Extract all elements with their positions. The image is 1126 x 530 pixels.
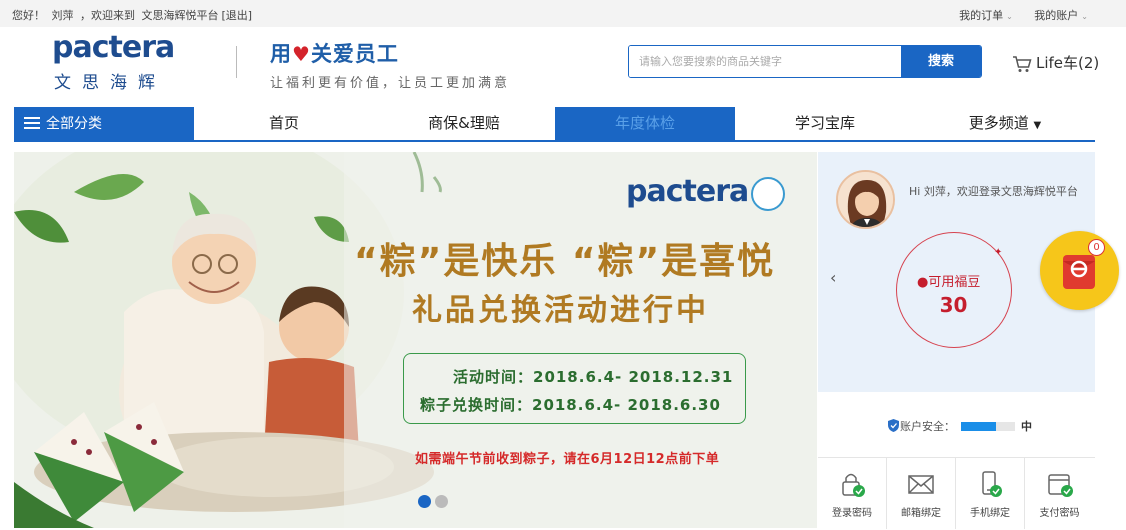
shortcut-payment-password[interactable]: 支付密码: [1025, 458, 1094, 529]
banner-headline: “粽”是快乐 “粽”是喜悦: [354, 241, 776, 282]
slogan-main: 用♥关爱员工: [270, 38, 510, 68]
main-nav: 全部分类 首页 商保&理赔 年度体检 学习宝库 更多频道 ▼: [14, 107, 1095, 142]
tab-checkup[interactable]: 年度体检: [555, 107, 735, 140]
slogan-sub: 让福利更有价值，让员工更加满意: [270, 76, 511, 91]
my-orders-label: 我的订单: [959, 9, 1004, 22]
order-note: 如需端午节前收到粽子，请在6月12日12点前下单: [415, 452, 720, 467]
carousel-dot[interactable]: [435, 495, 448, 508]
search-box: 搜索: [628, 45, 982, 78]
heart-icon: ♥: [292, 42, 311, 66]
red-packet-icon: [1063, 255, 1095, 289]
security-label: 账户安全：: [900, 420, 955, 433]
lock-icon: [842, 473, 865, 497]
platform-name: 文思海辉悦平台: [141, 9, 219, 22]
menu-icon: [24, 117, 40, 129]
search-button[interactable]: 搜索: [901, 46, 981, 77]
cart-link[interactable]: Life车(2): [1012, 52, 1099, 73]
shortcut-email-binding[interactable]: 邮箱绑定: [887, 458, 956, 529]
chevron-down-icon: ⌄: [1006, 12, 1013, 21]
tab-insurance[interactable]: 商保&理赔: [374, 107, 554, 140]
banner-brand-logo: pactera: [626, 174, 749, 209]
slogan-main-post: 关爱员工: [310, 42, 399, 66]
all-categories-button[interactable]: 全部分类: [14, 107, 194, 142]
activity-time: 活动时间：2018.6.4- 2018.12.31: [453, 368, 734, 386]
phone-icon: [982, 471, 1002, 497]
account-shortcuts: 登录密码 邮箱绑定 手机绑定 支付密码: [818, 457, 1095, 529]
slogan-main-pre: 用: [270, 42, 292, 66]
shortcut-label: 手机绑定: [970, 508, 1010, 519]
tab-more[interactable]: 更多频道 ▼: [915, 107, 1095, 140]
logout-link[interactable]: [退出]: [222, 9, 253, 22]
red-packet-count: 0: [1088, 239, 1105, 256]
sparkle-icon: ✦: [994, 247, 1003, 258]
shield-icon: [888, 419, 899, 432]
top-links: 我的订单 ⌄ 我的账户 ⌄: [941, 7, 1088, 23]
points-label-text: 可用福豆: [928, 275, 981, 290]
cart-label: Life车(2): [1036, 54, 1100, 72]
my-account-menu[interactable]: 我的账户 ⌄: [1034, 9, 1088, 22]
greeting: 您好！ 刘萍 ，欢迎来到 文思海辉悦平台 [退出]: [12, 7, 255, 23]
tab-home[interactable]: 首页: [194, 107, 374, 140]
my-orders-menu[interactable]: 我的订单 ⌄: [959, 9, 1013, 22]
slogan: 用♥关爱员工 让福利更有价值，让员工更加满意: [270, 38, 510, 91]
cart-icon: [1013, 55, 1032, 72]
banner-subheadline: 礼品兑换活动进行中: [412, 293, 709, 328]
chevron-down-icon: ⌄: [1081, 12, 1088, 21]
promo-banner[interactable]: pactera “粽”是快乐 “粽”是喜悦 礼品兑换活动进行中 活动时间：201…: [14, 152, 817, 528]
logo-cn: 文思海辉: [54, 73, 166, 93]
greeting-text: 您好！: [12, 9, 45, 22]
mail-icon: [908, 475, 934, 494]
points-label: ●可用福豆: [917, 271, 980, 290]
welcome-message: Hi 刘萍，欢迎登录文思海辉悦平台: [909, 185, 1078, 198]
welcome-text: ，欢迎来到: [80, 9, 135, 22]
search-input[interactable]: [629, 46, 901, 77]
shortcut-login-password[interactable]: 登录密码: [818, 458, 887, 529]
avatar-image: [838, 172, 893, 227]
shortcut-phone-binding[interactable]: 手机绑定: [956, 458, 1025, 529]
exchange-time: 粽子兑换时间：2018.6.4- 2018.6.30: [420, 396, 721, 414]
site-logo[interactable]: pactera 文思海辉: [52, 30, 182, 93]
shortcut-label: 登录密码: [832, 508, 872, 519]
security-meter: [961, 422, 1015, 431]
carousel-dots: [418, 493, 452, 512]
top-bar: 您好！ 刘萍 ，欢迎来到 文思海辉悦平台 [退出] 我的订单 ⌄ 我的账户 ⌄: [0, 0, 1126, 27]
security-level: 中: [1021, 420, 1032, 433]
account-security: 账户安全： 中: [888, 418, 1032, 434]
logo-brand: pactera: [52, 30, 175, 65]
apple-icon: ●: [917, 275, 929, 290]
carousel-dot[interactable]: [418, 495, 431, 508]
shortcut-label: 支付密码: [1039, 508, 1080, 519]
tab-more-label: 更多频道: [968, 114, 1029, 132]
tab-learning[interactable]: 学习宝库: [735, 107, 915, 140]
avatar[interactable]: [836, 170, 895, 229]
header: pactera 文思海辉 用♥关爱员工 让福利更有价值，让员工更加满意 搜索 L…: [0, 27, 1126, 107]
header-divider: [236, 46, 237, 78]
shortcut-label: 邮箱绑定: [901, 508, 941, 519]
security-meter-fill: [961, 422, 997, 431]
wallet-icon: [1047, 474, 1073, 497]
prev-arrow-icon[interactable]: ‹: [830, 268, 836, 287]
red-packet-button[interactable]: 0: [1040, 231, 1119, 310]
seal-icon: [751, 177, 785, 211]
date-box: 活动时间：2018.6.4- 2018.12.31 粽子兑换时间：2018.6.…: [403, 353, 746, 424]
username: 刘萍: [51, 9, 74, 22]
points-value: 30: [939, 293, 968, 317]
all-categories-label: 全部分类: [46, 116, 102, 132]
user-panel: Hi 刘萍，欢迎登录文思海辉悦平台 ‹ ✦ ●可用福豆 30 账户安全： 中 登录…: [818, 152, 1095, 529]
caret-down-icon: ▼: [1033, 120, 1042, 131]
points-circle[interactable]: ✦ ●可用福豆 30: [896, 232, 1012, 348]
my-account-label: 我的账户: [1034, 9, 1079, 22]
